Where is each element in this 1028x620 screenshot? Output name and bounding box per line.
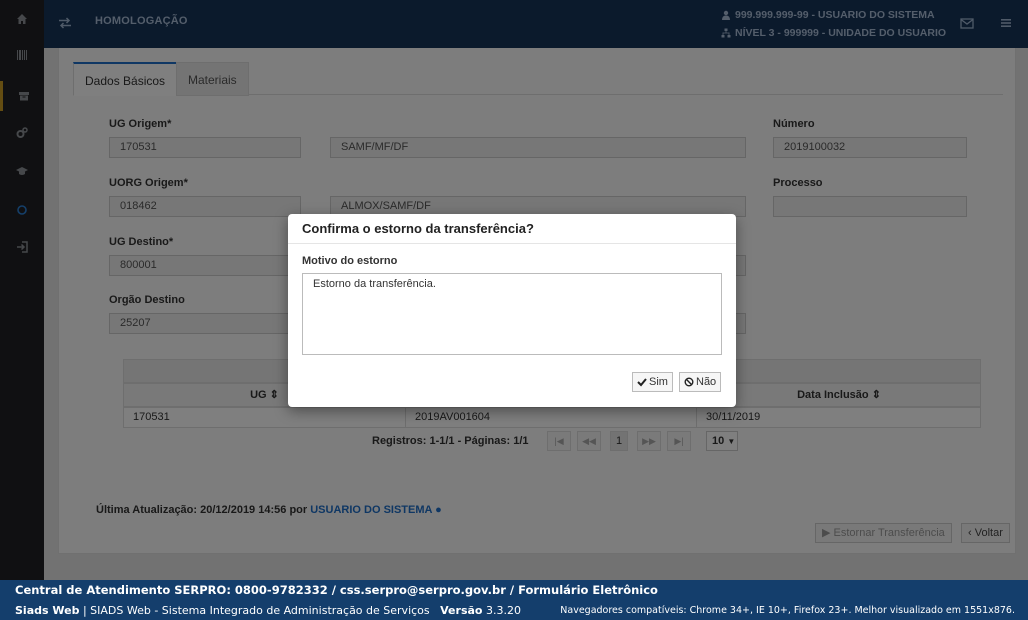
version-label: Versão <box>440 604 483 617</box>
browser-compat: Navegadores compatíveis: Chrome 34+, IE … <box>560 605 1015 616</box>
motivo-label: Motivo do estorno <box>302 255 398 267</box>
check-icon <box>637 378 647 387</box>
sim-button[interactable]: Sim <box>632 372 673 392</box>
nao-label: Não <box>696 376 717 388</box>
app-info: Siads Web | SIADS Web - Sistema Integrad… <box>15 604 521 617</box>
support-contact: Central de Atendimento SERPRO: 0800-9782… <box>15 583 658 597</box>
app-description: | SIADS Web - Sistema Integrado de Admin… <box>82 604 430 617</box>
app-name: Siads Web <box>15 604 80 617</box>
footer: Central de Atendimento SERPRO: 0800-9782… <box>0 580 1028 620</box>
nao-button[interactable]: Não <box>679 372 722 392</box>
version-number: 3.3.20 <box>485 604 521 617</box>
ban-icon <box>684 377 694 387</box>
confirm-estorno-dialog: Confirma o estorno da transferência? Mot… <box>288 214 736 407</box>
motivo-textarea[interactable]: Estorno da transferência. <box>302 273 722 355</box>
sim-label: Sim <box>649 376 668 388</box>
dialog-divider <box>288 243 736 244</box>
dialog-title: Confirma o estorno da transferência? <box>302 221 534 236</box>
